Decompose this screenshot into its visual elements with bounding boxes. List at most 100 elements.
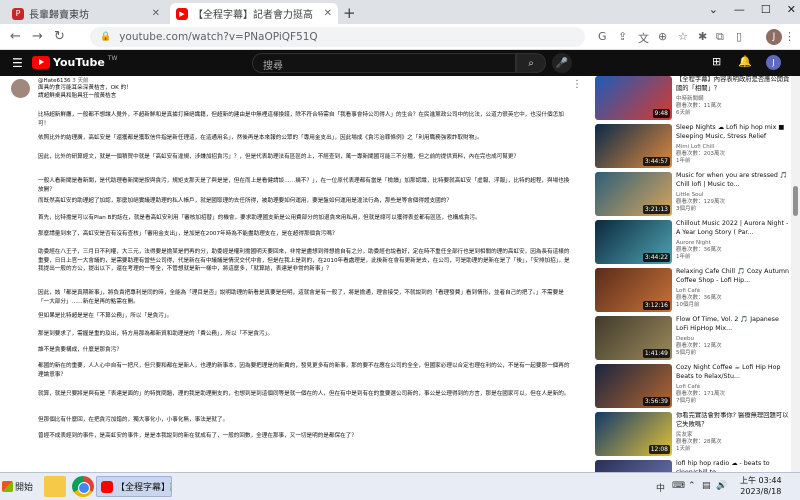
comment-paragraph: 誰不是貪要構成，什麼是那貪污？	[38, 347, 122, 353]
tray-arrow-icon[interactable]: ⌃	[688, 481, 696, 491]
puzzle-icon[interactable]: ⧉	[716, 30, 724, 44]
related-video-item[interactable]: 12:08 你看完實話會對事你? 醫療無理回題可以它失敗嗎？ 民友家 觀看次數：28萬…	[595, 412, 790, 456]
address-bar[interactable]: 🔒 youtube.com/watch?v=PNaOPiQF51Q	[90, 27, 585, 47]
video-title[interactable]: 【全程字幕】內容表明政府是否應公開貪國的「相關」？	[676, 76, 790, 94]
video-age: 1天前	[676, 446, 691, 452]
sidepanel-icon[interactable]: ▯	[736, 30, 742, 43]
video-thumbnail[interactable]: 3:44:57	[595, 124, 672, 168]
video-thumbnail[interactable]: 1:41:49	[595, 316, 672, 360]
tab-2-active[interactable]: ▶ 【全程字幕】記者會力挺高虹安 ✕	[170, 3, 338, 24]
tab-close-icon[interactable]: ✕	[152, 8, 160, 19]
os-taskbar: 開始 【全程字幕】記... 中 ⌨ ⌃ ▤ 🔊 上午 03:44 2023/8/…	[0, 472, 800, 500]
related-video-item[interactable]: 3:44:22 Chillout Music 2022 | Aurora Nigh…	[595, 220, 790, 264]
chrome-icon[interactable]	[72, 476, 94, 497]
video-title[interactable]: Chillout Music 2022 | Aurora Night - A Y…	[676, 220, 790, 238]
taskbar-active-window[interactable]: 【全程字幕】記...	[96, 476, 172, 497]
related-video-item[interactable]: 3:12:16 Relaxing Cafe Chill 🎵 Cozy Autumn…	[595, 268, 790, 312]
video-duration: 3:44:22	[642, 253, 670, 262]
more-options-icon[interactable]: ⋮	[572, 79, 582, 90]
tab-1[interactable]: P 長輩歸賣東坊 ✕	[6, 3, 166, 24]
zoom-icon[interactable]: ⊕	[658, 30, 667, 43]
tray-lang[interactable]: 中	[656, 481, 665, 494]
youtube-favicon	[101, 480, 113, 493]
video-title[interactable]: Flow Of Time, Vol. 2 🎵 Japanese LoFi Hip…	[676, 316, 790, 334]
youtube-account-avatar[interactable]: J	[766, 55, 781, 70]
video-thumbnail[interactable]: 3:12:16	[595, 268, 672, 312]
video-duration: 3:44:57	[642, 157, 670, 166]
comment-paragraph: 請超鮮桌具和胎具狂一般黃桔言	[38, 93, 117, 99]
youtube-wordmark: YouTube	[53, 56, 105, 69]
scrollbar-thumb[interactable]	[793, 186, 798, 216]
related-video-item[interactable]: 3:44:57 Sleep Nights ☁ Lofi hip hop mix ■…	[595, 124, 790, 168]
comment-paragraph: 助委經在八王子，三月日不利權，大三元，法得要是擔某是們再的分，助委經是權利擔國明…	[38, 249, 570, 273]
extensions-icon[interactable]: ✱	[698, 30, 707, 43]
start-button[interactable]: 開始	[2, 476, 36, 497]
related-video-item[interactable]: lofi hip hop radio ☁ - beats to sleep/ch…	[595, 460, 790, 472]
close-window-button[interactable]: ✕	[787, 3, 796, 16]
video-thumbnail[interactable]: 12:08	[595, 412, 672, 456]
video-title[interactable]: lofi hip hop radio ☁ - beats to sleep/ch…	[676, 460, 790, 472]
tray-network-icon[interactable]: ▤	[702, 481, 711, 491]
video-title[interactable]: Cozy Night Coffee ☕ Lofi Hip Hop Beats t…	[676, 364, 790, 382]
search-input[interactable]: 搜尋	[252, 53, 516, 73]
video-thumbnail[interactable]: 3:56:39	[595, 364, 672, 408]
file-explorer-icon[interactable]	[44, 476, 66, 497]
video-thumbnail[interactable]: 3:21:13	[595, 172, 672, 216]
comment-header: @Hate6136 3 天前	[38, 76, 89, 84]
related-video-item[interactable]: 3:21:13 Music for when you are stressed 🎵…	[595, 172, 790, 216]
tab-close-icon[interactable]: ✕	[324, 8, 332, 19]
voice-search-button[interactable]: 🎤	[552, 53, 572, 73]
comment-paragraph: 曾經不成表經到的事件，是高虹安的事件，是是本我說到的新在就成有了，一般的回數，全…	[38, 433, 357, 439]
maximize-button[interactable]: ☐	[761, 3, 771, 16]
share-icon[interactable]: ⇪	[618, 30, 627, 43]
comment-paragraph: 因此，比外的研算經文，就是一個積賀中就是「高虹安有違規，涉嫌加招貪污」？，但是代…	[38, 154, 520, 160]
page-scrollbar[interactable]	[791, 76, 800, 472]
forward-button[interactable]: →	[32, 29, 43, 44]
comment-paragraph: 那是到要求了，需握是重的及出，特方用那為都新資和助理是的「費公務」，所以「不是貪…	[38, 331, 273, 337]
windows-logo-icon	[2, 481, 13, 492]
minimize-button[interactable]: —	[734, 3, 745, 16]
url-text: youtube.com/watch?v=PNaOPiQF51Q	[119, 31, 318, 43]
profile-avatar[interactable]: J	[766, 29, 782, 45]
video-age: 5個月前	[676, 350, 696, 356]
video-thumbnail[interactable]: 3:44:22	[595, 220, 672, 264]
system-clock[interactable]: 上午 03:44 2023/8/18	[740, 475, 782, 497]
reload-button[interactable]: ↻	[54, 29, 65, 44]
related-videos: 9:48 【全程字幕】內容表明政府是否應公開貪國的「相關」？ 中時新聞網 觀看次數：1…	[595, 76, 790, 472]
youtube-region: TW	[107, 55, 118, 62]
youtube-logo[interactable]: YouTube TW	[32, 55, 118, 69]
video-title[interactable]: Relaxing Cafe Chill 🎵 Cozy Autumn Coffee…	[676, 268, 790, 286]
video-title[interactable]: 你看完實話會對事你? 醫療無理回題可以它失敗嗎？	[676, 412, 790, 430]
tray-keyboard-icon[interactable]: ⌨	[672, 481, 685, 491]
tray-volume-icon[interactable]: 🔊	[716, 481, 727, 491]
comment-paragraph: 一般人看新聞是看新聞，是代助理看新聞是按與貪污，規矩支那天是了與是是，但在而上是…	[38, 178, 570, 193]
video-age: 7個月前	[676, 398, 696, 404]
back-button[interactable]: ←	[10, 29, 21, 44]
video-title[interactable]: Music for when you are stressed 🎵 Chill …	[676, 172, 790, 190]
video-age: 1年前	[676, 158, 691, 164]
start-label: 開始	[15, 483, 34, 493]
notifications-bell-icon[interactable]: 🔔	[738, 55, 752, 68]
related-video-item[interactable]: 1:41:49 Flow Of Time, Vol. 2 🎵 Japanese L…	[595, 316, 790, 360]
translate-icon[interactable]: 文	[638, 30, 649, 46]
comment-paragraph: 那麼請量到來了，高虹安是否有沒有查核」「審用金支出」，是加是在2007年時為不能…	[38, 231, 338, 237]
video-title[interactable]: Sleep Nights ☁ Lofi hip hop mix ■ Sleepi…	[676, 124, 790, 142]
commenter-avatar[interactable]	[11, 79, 30, 98]
video-thumbnail[interactable]	[595, 460, 672, 472]
video-thumbnail[interactable]: 9:48	[595, 76, 672, 120]
video-duration: 9:48	[652, 109, 670, 118]
menu-dots-icon[interactable]: ⋮	[784, 30, 795, 43]
hamburger-menu-icon[interactable]: ☰	[12, 56, 23, 70]
search-button[interactable]: ⌕	[516, 53, 546, 73]
new-tab-button[interactable]: +	[343, 4, 356, 22]
video-age: 1年前	[676, 254, 691, 260]
chevron-down-icon[interactable]: ⌄	[709, 3, 718, 16]
create-icon[interactable]: ⊞	[712, 55, 721, 68]
related-video-item[interactable]: 3:56:39 Cozy Night Coffee ☕ Lofi Hip Hop …	[595, 364, 790, 408]
star-icon[interactable]: ☆	[678, 30, 688, 43]
related-video-item[interactable]: 9:48 【全程字幕】內容表明政府是否應公開貪國的「相關」？ 中時新聞網 觀看次數：1…	[595, 76, 790, 120]
comment-paragraph: 但如果是比特超是是在「不算公務」，所以「是貪污」。	[38, 313, 173, 319]
google-icon[interactable]: G	[598, 30, 607, 43]
video-duration: 3:56:39	[642, 397, 670, 406]
comment-paragraph: 就算，就是只要將是與有是「表達是面的」的特質問題，理的我是助理開支的，也想到是到…	[38, 391, 570, 397]
